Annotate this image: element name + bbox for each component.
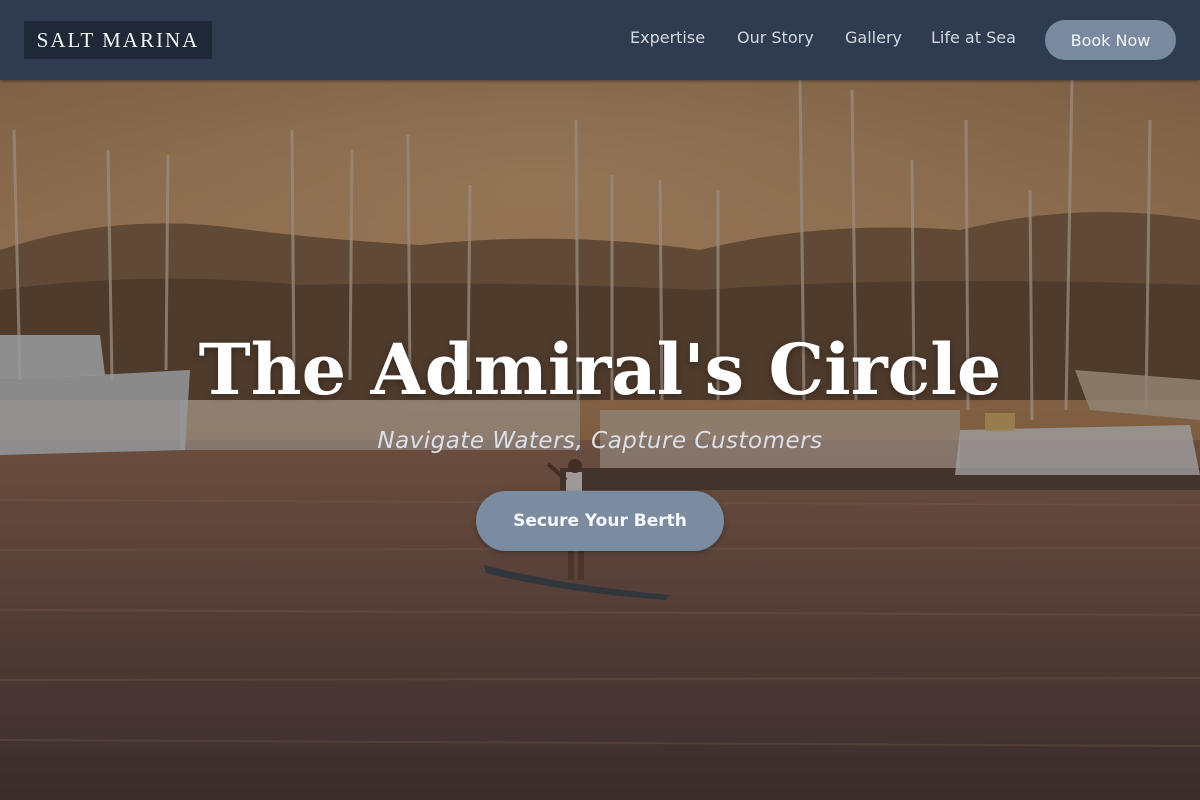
site-header: SALT MARINA Expertise Our Story Gallery … bbox=[0, 0, 1200, 80]
nav-link-gallery[interactable]: Gallery bbox=[845, 28, 902, 47]
hero-tagline: Navigate Waters, Capture Customers bbox=[377, 428, 823, 454]
nav-link-life-at-sea[interactable]: Life at Sea bbox=[931, 28, 1016, 47]
nav-link-expertise[interactable]: Expertise bbox=[630, 28, 705, 47]
brand-logo[interactable]: SALT MARINA bbox=[24, 21, 212, 59]
hero-section: The Admiral's Circle Navigate Waters, Ca… bbox=[0, 80, 1200, 800]
nav-link-our-story[interactable]: Our Story bbox=[737, 28, 814, 47]
secure-berth-button[interactable]: Secure Your Berth bbox=[476, 491, 724, 551]
hero-title: The Admiral's Circle bbox=[198, 328, 1002, 411]
book-now-button[interactable]: Book Now bbox=[1045, 20, 1176, 60]
